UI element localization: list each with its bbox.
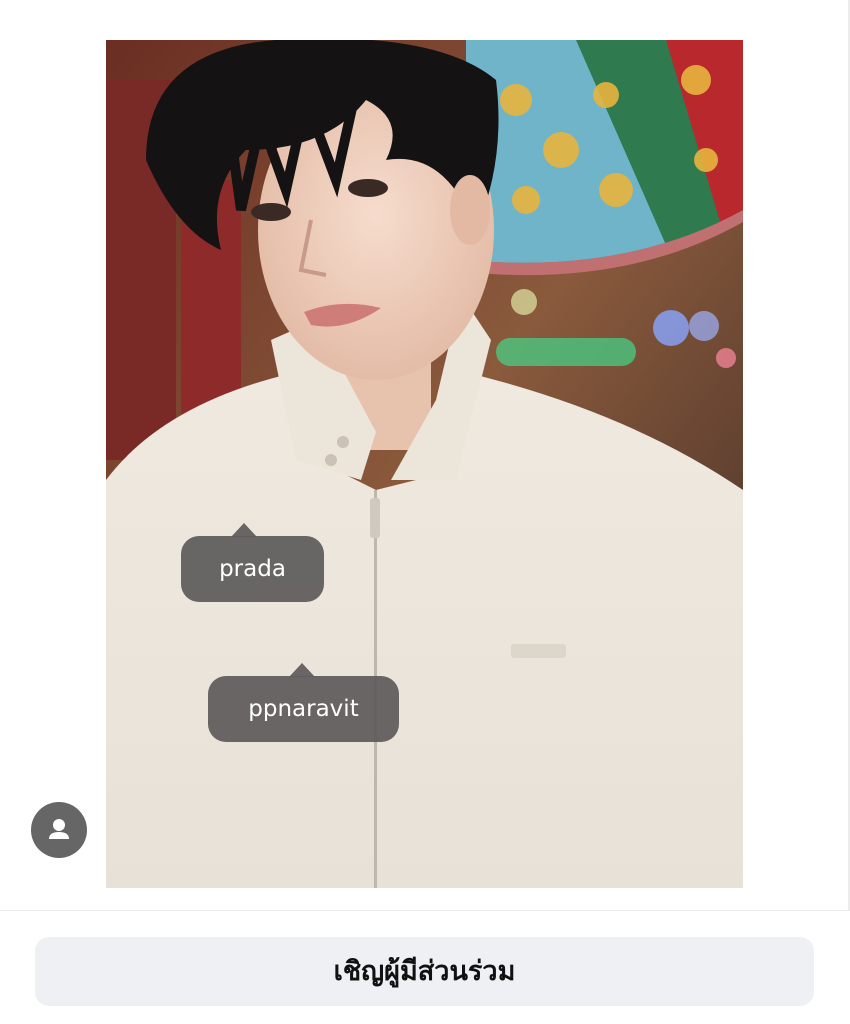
tag-ppnaravit[interactable]: ppnaravit	[208, 663, 399, 742]
tag-prada[interactable]: prada	[181, 523, 324, 602]
post-photo[interactable]	[106, 40, 743, 888]
tag-people-screen: prada ppnaravit เชิญผู้มีส่วนร่วม	[0, 0, 850, 1024]
divider-horizontal	[0, 910, 850, 911]
person-icon	[49, 819, 69, 839]
tag-people-button[interactable]	[31, 802, 87, 858]
invite-collaborators-button[interactable]: เชิญผู้มีส่วนร่วม	[35, 937, 814, 1006]
photo-illustration	[106, 40, 743, 888]
